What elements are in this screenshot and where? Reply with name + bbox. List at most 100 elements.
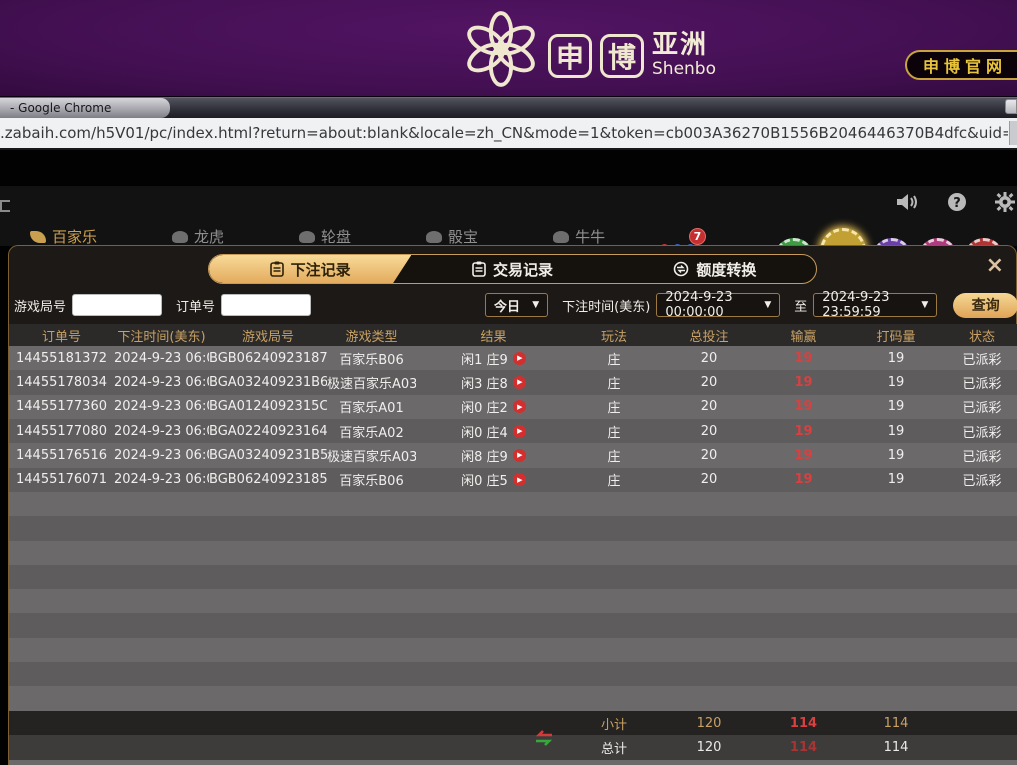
col-header-1: 下注时间(美东) bbox=[114, 326, 209, 345]
col-header-0: 订单号 bbox=[9, 326, 114, 345]
nav-item-3[interactable]: 骰宝 bbox=[426, 226, 478, 247]
bet-records-icon bbox=[270, 261, 284, 277]
table-body: 144551813722024-9-23 06:09BGB06240923187… bbox=[9, 346, 1017, 711]
game-nav-icon bbox=[30, 231, 46, 243]
play-icon[interactable]: ▶ bbox=[513, 376, 526, 389]
game-type-nav: 百家乐 龙虎 轮盘 骰宝 牛牛 bbox=[30, 226, 605, 247]
logo-char-bo: 博 bbox=[600, 34, 644, 78]
nav-item-1[interactable]: 龙虎 bbox=[172, 226, 224, 247]
refresh-swap-icon[interactable] bbox=[533, 730, 555, 746]
game-nav-icon bbox=[299, 231, 315, 243]
url-text[interactable]: .zabaih.com/h5V01/pc/index.html?return=a… bbox=[0, 124, 1008, 142]
flower-logo-icon bbox=[462, 8, 540, 90]
bet-time-label: 下注时间(美东) bbox=[562, 296, 650, 315]
bottom-strip bbox=[9, 760, 1017, 765]
subtotal-bet: 120 bbox=[657, 716, 761, 731]
screen: 申 博 亚洲 Shenbo 申博官网 - Google Chrome .zaba… bbox=[0, 0, 1017, 765]
result-text: 闲0 庄5 bbox=[461, 470, 508, 489]
total-bet: 120 bbox=[657, 740, 761, 755]
table-row[interactable]: 144551813722024-9-23 06:09BGB06240923187… bbox=[9, 346, 1017, 370]
logo-brand-text: Shenbo bbox=[652, 61, 716, 78]
logo-region-text: 亚洲 bbox=[652, 32, 716, 58]
site-header: 申 博 亚洲 Shenbo 申博官网 bbox=[0, 0, 1017, 97]
col-header-8: 打码量 bbox=[846, 326, 946, 345]
urlbar-scroll-handle[interactable] bbox=[1009, 121, 1017, 145]
speaker-icon[interactable] bbox=[895, 192, 919, 212]
col-header-6: 总投注 bbox=[657, 326, 761, 345]
empty-table-stripe bbox=[9, 686, 1017, 710]
empty-table-stripe bbox=[9, 516, 1017, 540]
order-no-label: 订单号 bbox=[176, 296, 215, 315]
nav-item-2[interactable]: 轮盘 bbox=[299, 226, 351, 247]
table-header-row: 订单号下注时间(美东)游戏局号游戏类型结果玩法总投注输赢打码量状态 bbox=[9, 324, 1017, 346]
play-icon[interactable]: ▶ bbox=[513, 352, 526, 365]
credit-transfer-icon bbox=[673, 261, 689, 277]
window-control-button[interactable] bbox=[1005, 99, 1017, 114]
date-range-select[interactable]: 今日▼ bbox=[485, 293, 548, 317]
table-row[interactable]: 144551770802024-9-23 06:08BGA02240923164… bbox=[9, 419, 1017, 443]
game-nav-icon bbox=[426, 231, 442, 243]
query-button[interactable]: 查询 bbox=[953, 293, 1017, 318]
col-header-3: 游戏类型 bbox=[327, 326, 416, 345]
empty-table-stripe bbox=[9, 589, 1017, 613]
order-no-input[interactable] bbox=[221, 294, 311, 316]
shenbo-logo: 申 博 亚洲 Shenbo bbox=[462, 8, 716, 90]
game-round-label: 游戏局号 bbox=[14, 296, 66, 315]
browser-titlebar[interactable]: - Google Chrome bbox=[0, 97, 1017, 118]
play-icon[interactable]: ▶ bbox=[513, 449, 526, 462]
total-row: 总计 120 114 114 bbox=[9, 735, 1017, 760]
subtotal-row: 小计 120 114 114 bbox=[9, 711, 1017, 735]
nav-item-4[interactable]: 牛牛 bbox=[553, 226, 605, 247]
play-icon[interactable]: ▶ bbox=[513, 425, 526, 438]
help-icon[interactable]: ? bbox=[947, 192, 967, 212]
tab-2[interactable]: 额度转换 bbox=[614, 255, 816, 283]
empty-table-stripe bbox=[9, 565, 1017, 589]
close-icon[interactable]: × bbox=[986, 256, 1004, 276]
table-row[interactable]: 144551780342024-9-23 06:08BGA032409231B6… bbox=[9, 370, 1017, 394]
subtotal-turnover: 114 bbox=[846, 716, 946, 731]
gear-icon[interactable] bbox=[995, 192, 1015, 212]
total-label: 总计 bbox=[601, 742, 627, 757]
chevron-down-icon: ▼ bbox=[764, 300, 771, 310]
nav-item-0[interactable]: 百家乐 bbox=[30, 226, 97, 247]
to-label: 至 bbox=[794, 296, 807, 315]
transaction-records-icon bbox=[472, 261, 486, 277]
table-row[interactable]: 144551773602024-9-23 06:08BGA0124092315C… bbox=[9, 395, 1017, 419]
browser-urlbar[interactable]: .zabaih.com/h5V01/pc/index.html?return=a… bbox=[0, 118, 1017, 150]
empty-table-stripe bbox=[9, 662, 1017, 686]
filter-row: 游戏局号 订单号 今日▼ 下注时间(美东) 2024-9-23 00:00:00… bbox=[9, 292, 1017, 318]
tab-0[interactable]: 下注记录 bbox=[209, 255, 411, 283]
start-time-select[interactable]: 2024-9-23 00:00:00▼ bbox=[656, 293, 780, 317]
play-icon[interactable]: ▶ bbox=[513, 473, 526, 486]
col-header-2: 游戏局号 bbox=[209, 326, 327, 345]
result-text: 闲0 庄4 bbox=[461, 422, 508, 441]
play-icon[interactable]: ▶ bbox=[513, 400, 526, 413]
table-row[interactable]: 144551760712024-9-23 06:08BGB06240923185… bbox=[9, 468, 1017, 492]
chevron-down-icon: ▼ bbox=[532, 300, 539, 310]
window-title: - Google Chrome bbox=[0, 98, 170, 118]
modal-tabbar: 下注记录交易记录额度转换 bbox=[208, 254, 817, 284]
game-nav-icon bbox=[172, 231, 188, 243]
official-site-button[interactable]: 申博官网 bbox=[905, 50, 1017, 80]
chevron-down-icon: ▼ bbox=[921, 300, 928, 310]
subtotal-winlose: 114 bbox=[761, 716, 846, 731]
table-row[interactable]: 144551765162024-9-23 06:08BGA032409231B5… bbox=[9, 443, 1017, 467]
col-header-7: 输赢 bbox=[761, 326, 846, 345]
result-text: 闲0 庄2 bbox=[461, 397, 508, 416]
svg-text:?: ? bbox=[953, 196, 961, 211]
records-modal: 下注记录交易记录额度转换 × 游戏局号 订单号 今日▼ 下注时间(美东) 202… bbox=[8, 245, 1017, 765]
game-nav-icon bbox=[553, 231, 569, 243]
subtotal-label: 小计 bbox=[571, 714, 657, 733]
empty-table-stripe bbox=[9, 541, 1017, 565]
empty-table-stripe bbox=[9, 613, 1017, 637]
result-text: 闲8 庄9 bbox=[461, 446, 508, 465]
end-time-select[interactable]: 2024-9-23 23:59:59▼ bbox=[813, 293, 937, 317]
logo-char-shen: 申 bbox=[548, 34, 592, 78]
total-turnover: 114 bbox=[846, 740, 946, 755]
collapse-panel-icon[interactable] bbox=[0, 200, 10, 212]
tab-1[interactable]: 交易记录 bbox=[411, 255, 613, 283]
game-round-input[interactable] bbox=[72, 294, 162, 316]
col-header-9: 状态 bbox=[946, 326, 1017, 345]
col-header-5: 玩法 bbox=[571, 326, 657, 345]
result-text: 闲3 庄8 bbox=[461, 373, 508, 392]
